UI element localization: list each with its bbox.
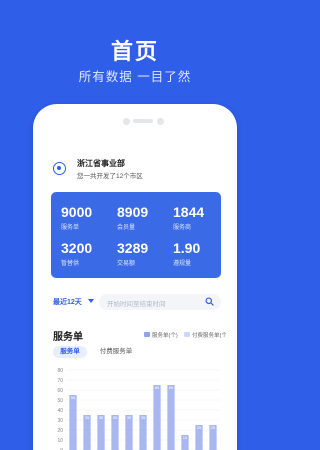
stat-item: 1.90 遵规量: [173, 240, 221, 267]
y-tick-label: 10: [57, 438, 63, 444]
y-tick-label: 80: [57, 368, 63, 374]
data-label: 35: [127, 415, 132, 420]
bar: [69, 395, 77, 450]
stat-value: 3289: [117, 240, 149, 256]
phone-frame: 浙江省事业部 您一共开发了12个市区 9000 服务单 8909 会员量 184…: [33, 104, 237, 450]
y-tick-label: 30: [57, 418, 63, 424]
legend-label: 付费服务单(个): [192, 333, 226, 339]
stat-value: 8909: [117, 204, 149, 220]
stat-item: 9000 服务单: [61, 204, 117, 231]
data-label: 15: [183, 435, 188, 440]
data-label: 65: [169, 385, 174, 390]
stat-item: 8909 会员量: [117, 204, 173, 231]
section-title: 服务单: [53, 332, 83, 343]
bar: [111, 415, 119, 450]
stats-card: 9000 服务单 8909 会员量 1844 服务商 3200 暂替供 3289…: [51, 192, 221, 278]
sensor-icon: [157, 118, 164, 125]
data-label: 35: [85, 415, 90, 420]
stat-label: 会员量: [117, 225, 136, 231]
data-label: 55: [71, 395, 76, 400]
tab-service-orders[interactable]: 服务单: [53, 346, 87, 358]
bar: [139, 415, 147, 450]
stat-label: 交易额: [117, 261, 136, 267]
hero-subtitle: 所有数据 一目了然: [78, 70, 192, 84]
org-desc: 您一共开发了12个市区: [77, 173, 143, 180]
stat-value: 9000: [61, 204, 93, 220]
stat-value: 1844: [173, 204, 205, 220]
app-screen: 浙江省事业部 您一共开发了12个市区 9000 服务单 8909 会员量 184…: [44, 148, 226, 450]
org-name: 浙江省事业部: [77, 159, 125, 168]
date-range-input[interactable]: 开始时间至结束时间: [99, 294, 221, 310]
data-label: 35: [99, 415, 104, 420]
data-label: 35: [141, 415, 146, 420]
chart-legend: 服务单(个) 付费服务单(个): [144, 331, 226, 341]
stat-item: 3289 交易额: [117, 240, 173, 267]
stat-item: 3200 暂替供: [61, 240, 117, 267]
data-label: 25: [197, 425, 202, 430]
filter-bar: 最近12天 开始时间至结束时间: [51, 294, 221, 312]
stat-label: 暂替供: [61, 261, 80, 267]
data-label: 35: [113, 415, 118, 420]
location-pin-icon: [53, 162, 66, 175]
bar: [97, 415, 105, 450]
range-select[interactable]: 最近12天: [53, 297, 82, 307]
tab-paid-service-orders[interactable]: 付费服务单: [93, 346, 139, 358]
bar: [167, 385, 175, 450]
speaker-icon: [133, 119, 153, 123]
stat-value: 1.90: [173, 240, 201, 256]
chevron-down-icon[interactable]: [88, 299, 94, 303]
data-label: 65: [155, 385, 160, 390]
date-range-placeholder: 开始时间至结束时间: [107, 301, 166, 308]
bar: [125, 415, 133, 450]
stat-label: 服务单: [61, 225, 80, 231]
legend-label: 服务单(个): [152, 333, 178, 339]
y-tick-label: 20: [57, 428, 63, 434]
y-tick-label: 60: [57, 388, 63, 394]
legend-swatch: [144, 332, 150, 337]
service-order-chart: 0102030405060708055杭州市35湖州市35宁波市35绍兴市35台…: [57, 368, 220, 450]
stat-label: 遵规量: [173, 261, 192, 267]
y-tick-label: 40: [57, 408, 63, 414]
hero-title: 首页: [110, 39, 159, 64]
stat-label: 服务商: [173, 225, 192, 231]
y-tick-label: 50: [57, 398, 63, 404]
y-tick-label: 70: [57, 378, 63, 384]
bar: [153, 385, 161, 450]
org-header[interactable]: 浙江省事业部 您一共开发了12个市区: [51, 158, 221, 182]
stat-value: 3200: [61, 240, 93, 256]
search-icon[interactable]: [205, 297, 214, 306]
stat-item: 1844 服务商: [173, 204, 221, 231]
legend-swatch: [184, 332, 190, 337]
data-label: 25: [211, 425, 216, 430]
camera-icon: [123, 118, 130, 125]
bar: [83, 415, 91, 450]
